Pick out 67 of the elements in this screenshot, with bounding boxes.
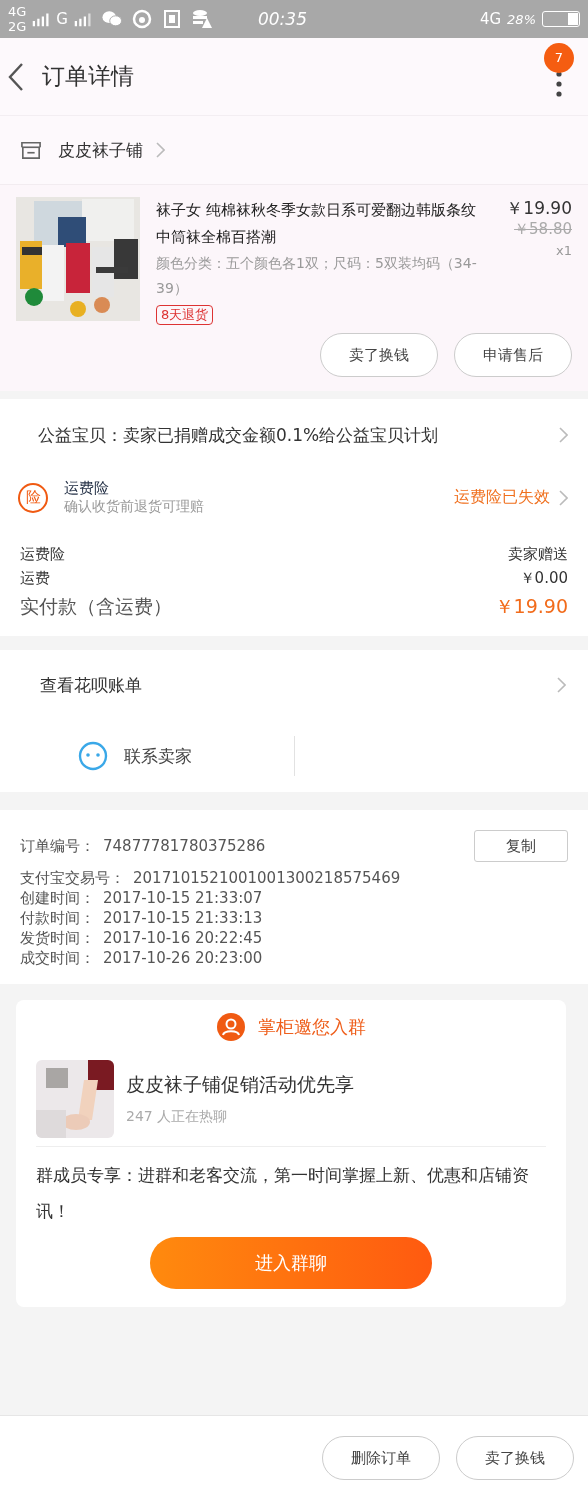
original-price: ￥58.80 [513,220,572,239]
info-label: 成交时间： [20,948,95,968]
info-label: 支付宝交易号： [20,868,125,888]
info-label: 付款时间： [20,908,95,928]
network-label: G [56,10,68,28]
fee-value: ￥19.90 [494,594,568,619]
chevron-right-icon [558,488,568,507]
network-label: 4G [479,10,502,28]
chat-icon [102,9,122,29]
fee-label: 实付款（含运费） [20,594,172,619]
fee-label: 运费 [20,568,50,589]
insurance-status: 运费险已失效 [454,487,550,508]
fee-value: 卖家赠送 [508,544,568,565]
charity-row[interactable]: 公益宝贝：卖家已捐赠成交金额0.1%给公益宝贝计划 [0,399,588,469]
insurance-icon: 险 [18,482,48,513]
insurance-subtitle: 确认收货前退货可理赔 [64,498,205,516]
return-tag: 8天退货 [156,305,214,325]
insurance-title: 运费险 [64,479,110,498]
charity-text: 公益宝贝：卖家已捐赠成交金额0.1%给公益宝贝计划 [38,424,440,447]
fee-label: 运费险 [20,544,65,565]
info-value: 2017-10-15 21:33:07 [103,888,264,908]
battery-percent: 28% [507,11,536,27]
contact-label: 联系卖家 [124,744,192,768]
chevron-right-icon [155,141,165,159]
info-value: 2017-10-15 21:33:13 [103,908,264,928]
shop-row[interactable]: 皮皮袜子铺 [0,115,588,184]
quantity: x1 [555,243,572,258]
price: ￥19.90 [505,197,572,220]
action-button[interactable]: 卖了换钱 [320,333,438,377]
more-icon [556,70,562,97]
contact-seller-button[interactable]: 联系卖家 [78,741,294,771]
action-button[interactable]: 卖了换钱 [456,1436,574,1480]
battery-icon [542,11,580,27]
info-value: 2017-10-16 20:22:45 [103,928,264,948]
chevron-right-icon [556,676,566,694]
product-title: 袜子女 纯棉袜秋冬季女款日系可爱翻边韩版条纹中筒袜全棉百搭潮 [156,200,477,248]
info-value: 74877781780375286 [103,836,267,856]
notification-badge: 7 [544,42,574,73]
action-button[interactable]: 删除订单 [322,1436,440,1480]
page-title: 订单详情 [42,62,135,91]
store-icon [20,140,42,160]
bill-row[interactable]: 查看花呗账单 [0,650,588,720]
group-name: 皮皮袜子铺促销活动优先享 [126,1072,354,1097]
fee-value: ￥0.00 [519,568,568,589]
group-description: 群成员专享：进群和老客交流，第一时间掌握上新、优惠和店铺资讯！ [36,1164,530,1223]
clock: 00:35 [258,9,308,29]
chat-face-icon [78,741,108,771]
info-label: 发货时间： [20,928,95,948]
member-count: 247 人正在热聊 [126,1108,229,1126]
info-value: 2017-10-26 20:23:00 [103,948,264,968]
bill-link: 查看花呗账单 [40,673,143,697]
back-icon [8,61,24,92]
product-spec: 颜色分类：五个颜色各1双；尺码：5双装均码（34-39） [156,254,478,298]
action-button[interactable]: 申请售后 [454,333,572,377]
insurance-row[interactable]: 险 运费险 确认收货前退货可理赔 运费险已失效 [0,469,588,534]
info-label: 订单编号： [20,836,95,856]
signal-icon [74,11,92,27]
group-icon [216,1012,246,1042]
chevron-right-icon [558,426,568,444]
info-label: 创建时间： [20,888,95,908]
info-value: 2017101521001001300218575469 [133,868,402,888]
signal-icon [32,11,51,27]
group-invite-title: 掌柜邀您入群 [258,1015,366,1039]
network-label: 2G [8,19,27,34]
network-label: 4G [8,4,27,19]
copy-button[interactable]: 复制 [474,830,568,862]
shop-name: 皮皮袜子铺 [58,138,143,162]
